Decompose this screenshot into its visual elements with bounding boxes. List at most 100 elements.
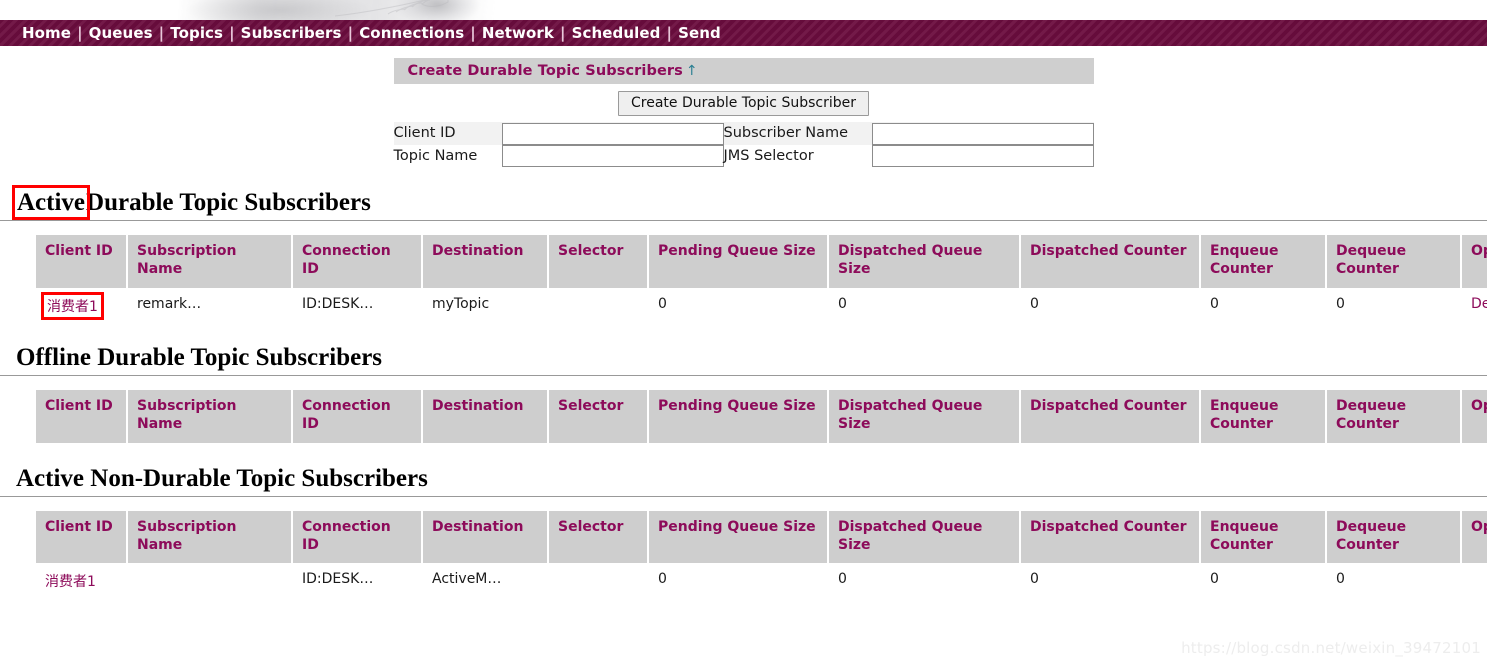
cell-selector [549, 287, 647, 322]
cell-dispatched-counter: 0 [1021, 287, 1199, 322]
subscribers-table-0: Client ID Subscription Name Connection ID D… [32, 235, 1487, 322]
cell-dispatched-queue-size: 0 [829, 563, 1019, 598]
nav-item-topics[interactable]: Topics [170, 24, 223, 42]
column-header-client-id[interactable]: Client ID [36, 389, 126, 443]
jms-selector-label: JMS Selector [723, 147, 814, 164]
cell-client-id[interactable]: 消费者1 [36, 287, 126, 322]
column-header-connection-id[interactable]: Connection ID [293, 235, 421, 288]
column-header-dequeue-counter[interactable]: Dequeue Counter [1327, 510, 1460, 564]
jms-selector-field-cell [871, 145, 1094, 167]
create-subscriber-form: Client ID Subscriber Name Topic Name JMS… [393, 122, 1094, 167]
cell-destination: ActiveM… [423, 563, 547, 598]
create-panel-title-text: Create Durable Topic Subscribers [407, 63, 683, 79]
column-header-enqueue-counter[interactable]: Enqueue Counter [1201, 510, 1325, 564]
column-header-dispatched-counter[interactable]: Dispatched Counter [1021, 235, 1199, 288]
column-header-destination[interactable]: Destination [423, 510, 547, 564]
column-header-dequeue-counter[interactable]: Dequeue Counter [1327, 389, 1460, 443]
form-row-1: Client ID Subscriber Name [393, 122, 1094, 145]
nav-item-network[interactable]: Network [482, 24, 554, 42]
column-header-operations[interactable]: Operations [1462, 510, 1487, 564]
cell-subscription-name: remark… [128, 287, 291, 322]
main-navigation[interactable]: Home | Queues | Topics | Subscribers | Connectio… [0, 20, 1487, 46]
section-heading-2: Active Non-Durable Topic Subscribers [0, 465, 1487, 497]
column-header-dispatched-queue-size[interactable]: Dispatched Queue Size [829, 389, 1019, 443]
cell-connection-id: ID:DESK… [293, 287, 421, 322]
jms-selector-input[interactable] [871, 145, 1094, 167]
cell-dequeue-counter: 0 [1327, 287, 1460, 322]
column-header-dequeue-counter[interactable]: Dequeue Counter [1327, 235, 1460, 288]
create-subscriber-section: Create Durable Topic Subscribers ↑ Create… [0, 58, 1487, 167]
column-header-pending-queue-size[interactable]: Pending Queue Size [649, 235, 827, 288]
cell-dispatched-queue-size: 0 [829, 287, 1019, 322]
column-header-connection-id[interactable]: Connection ID [293, 510, 421, 564]
table-row: 消费者1 ID:DESK… ActiveM… 0 0 0 0 0 [34, 563, 1487, 598]
collapse-up-arrow-icon[interactable]: ↑ [686, 63, 698, 79]
column-header-client-id[interactable]: Client ID [36, 510, 126, 564]
nav-separator: | [77, 24, 83, 42]
client-id-field-cell [501, 122, 724, 145]
column-header-destination[interactable]: Destination [423, 389, 547, 443]
column-header-selector[interactable]: Selector [549, 235, 647, 288]
column-header-dispatched-counter[interactable]: Dispatched Counter [1021, 510, 1199, 564]
subscriber-name-field-cell [871, 122, 1094, 145]
cell-connection-id: ID:DESK… [293, 563, 421, 598]
subscriber-name-label: Subscriber Name [723, 122, 872, 145]
cell-dispatched-counter: 0 [1021, 563, 1199, 598]
page-watermark: https://blog.csdn.net/weixin_39472101 [1181, 639, 1481, 657]
topic-name-label: Topic Name [393, 147, 478, 164]
section-heading-1: Offline Durable Topic Subscribers [0, 344, 1487, 376]
column-header-dispatched-queue-size[interactable]: Dispatched Queue Size [829, 235, 1019, 288]
cell-pending-queue-size: 0 [649, 287, 827, 322]
cell-subscription-name [128, 563, 291, 598]
nav-separator: | [158, 24, 165, 42]
client-id-annotation-box[interactable]: 消费者1 [41, 291, 104, 320]
nav-item-home[interactable]: Home [22, 24, 71, 42]
column-header-operations[interactable]: Operations [1462, 389, 1487, 443]
column-header-client-id[interactable]: Client ID [36, 235, 126, 288]
nav-item-queues[interactable]: Queues [89, 24, 153, 42]
cell-enqueue-counter: 0 [1201, 287, 1325, 322]
cell-destination: myTopic [423, 287, 547, 322]
column-header-pending-queue-size[interactable]: Pending Queue Size [649, 510, 827, 564]
subscribers-table-2: Client ID Subscription Name Connection ID D… [32, 510, 1487, 598]
subscribers-table-1: Client ID Subscription Name Connection ID D… [32, 389, 1487, 443]
column-header-selector[interactable]: Selector [549, 389, 647, 443]
subscriber-name-input[interactable] [871, 122, 1094, 145]
column-header-enqueue-counter[interactable]: Enqueue Counter [1201, 235, 1325, 288]
column-header-dispatched-counter[interactable]: Dispatched Counter [1021, 389, 1199, 443]
column-header-enqueue-counter[interactable]: Enqueue Counter [1201, 389, 1325, 443]
client-id-label: Client ID [393, 122, 502, 145]
cell-dequeue-counter: 0 [1327, 563, 1460, 598]
column-header-pending-queue-size[interactable]: Pending Queue Size [649, 389, 827, 443]
subscribers-section-1: Offline Durable Topic Subscribers Client … [0, 344, 1487, 443]
column-header-dispatched-queue-size[interactable]: Dispatched Queue Size [829, 510, 1019, 564]
nav-item-scheduled[interactable]: Scheduled [572, 24, 661, 42]
section-heading-0: ActiveDurable Topic Subscribers [0, 185, 1487, 221]
column-header-selector[interactable]: Selector [549, 510, 647, 564]
nav-separator: | [347, 24, 354, 42]
subscribers-section-2: Active Non-Durable Topic Subscribers Clie… [0, 465, 1487, 598]
column-header-subscription-name[interactable]: Subscription Name [128, 235, 291, 288]
feather-logo-icon [334, 0, 449, 17]
topic-name-input[interactable] [501, 145, 724, 167]
form-row-2: Topic Name JMS Selector [393, 145, 1094, 167]
cell-operations[interactable]: Delete [1462, 287, 1487, 322]
header-watermark-band [0, 0, 1487, 20]
column-header-operations[interactable]: Operations [1462, 235, 1487, 288]
nav-separator: | [470, 24, 476, 42]
create-durable-topic-subscriber-button[interactable]: Create Durable Topic Subscriber [618, 91, 869, 116]
nav-item-subscribers[interactable]: Subscribers [241, 24, 342, 42]
heading-annotation-box: Active [11, 185, 91, 220]
column-header-subscription-name[interactable]: Subscription Name [128, 510, 291, 564]
nav-item-send[interactable]: Send [678, 24, 721, 42]
cell-pending-queue-size: 0 [649, 563, 827, 598]
column-header-destination[interactable]: Destination [423, 235, 547, 288]
column-header-subscription-name[interactable]: Subscription Name [128, 389, 291, 443]
nav-separator: | [559, 24, 566, 42]
topic-name-field-cell [501, 145, 724, 167]
column-header-connection-id[interactable]: Connection ID [293, 389, 421, 443]
cell-client-id[interactable]: 消费者1 [36, 563, 126, 598]
client-id-input[interactable] [501, 122, 724, 145]
create-panel-title: Create Durable Topic Subscribers ↑ [393, 58, 1094, 84]
nav-item-connections[interactable]: Connections [359, 24, 464, 42]
